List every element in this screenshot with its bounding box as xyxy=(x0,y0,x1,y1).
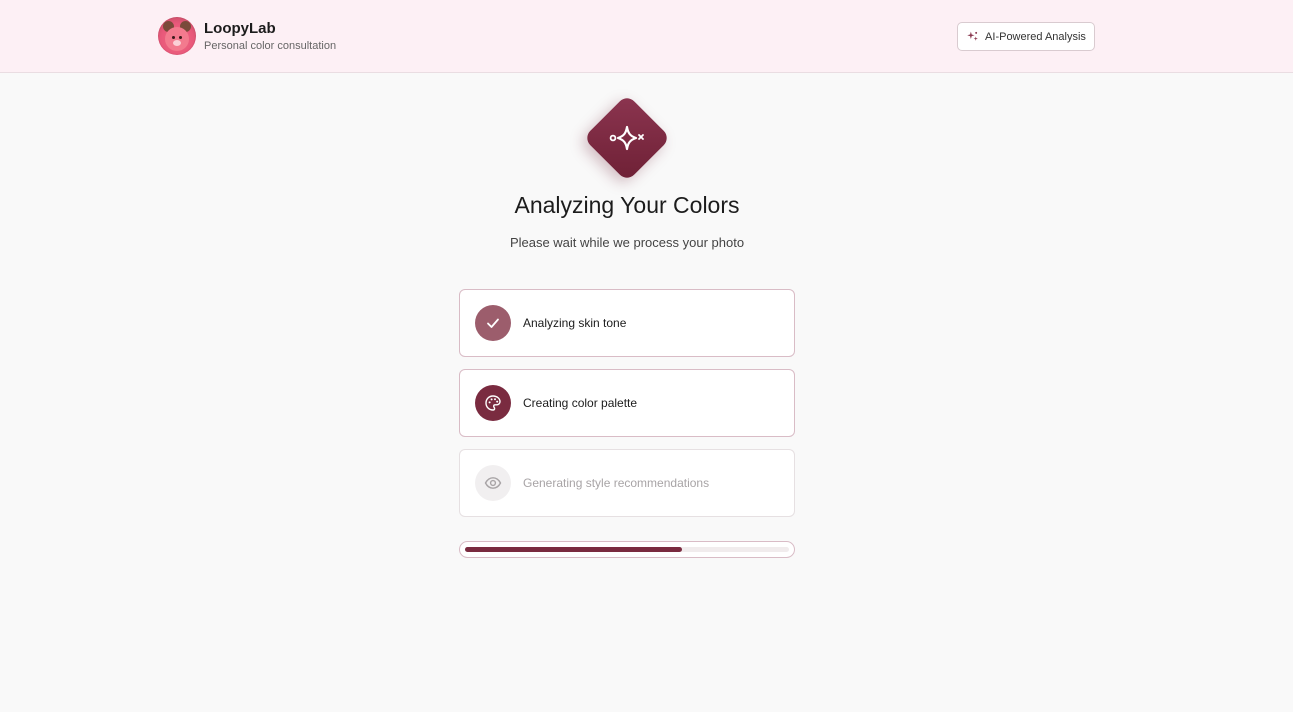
brand-logo-avatar xyxy=(158,17,196,55)
step-status-circle xyxy=(475,305,511,341)
brand-name: LoopyLab xyxy=(204,20,276,37)
check-icon xyxy=(487,318,499,328)
step-generating-style-recommendations: Generating style recommendations xyxy=(459,449,795,517)
app-header: LoopyLab Personal color consultation AI-… xyxy=(0,0,1293,73)
step-label: Creating color palette xyxy=(523,396,638,410)
step-creating-color-palette: Creating color palette xyxy=(459,369,795,437)
ai-powered-badge[interactable]: AI-Powered Analysis xyxy=(957,22,1095,51)
step-analyzing-skin-tone: Analyzing skin tone xyxy=(459,289,795,357)
page-title: Analyzing Your Colors xyxy=(514,192,740,218)
sparkles-icon xyxy=(967,31,978,41)
eye-icon xyxy=(484,477,502,489)
step-label: Analyzing skin tone xyxy=(523,316,627,330)
brand-subtitle: Personal color consultation xyxy=(204,40,337,52)
progress-track xyxy=(465,547,789,552)
analysis-progress-bar xyxy=(459,541,795,558)
progress-fill xyxy=(465,547,683,552)
palette-icon xyxy=(485,395,501,411)
step-status-circle xyxy=(475,385,511,421)
brand[interactable]: LoopyLab Personal color consultation xyxy=(158,17,336,55)
page-subtitle: Please wait while we process your photo xyxy=(509,235,745,250)
step-label: Generating style recommendations xyxy=(523,476,710,490)
ai-badge-label: AI-Powered Analysis xyxy=(985,30,1086,43)
sparkle-wand-icon xyxy=(609,125,644,151)
step-status-circle xyxy=(475,465,511,501)
